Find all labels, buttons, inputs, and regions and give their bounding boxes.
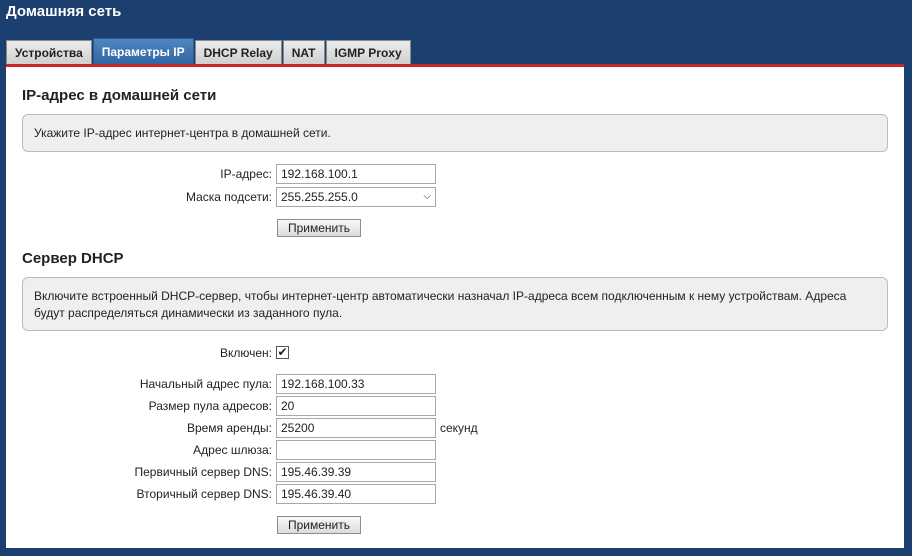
ip-section-title: IP-адрес в домашней сети (22, 87, 217, 104)
tab-nat[interactable]: NAT (282, 40, 325, 64)
pool-start-input[interactable] (276, 374, 436, 394)
ip-address-input[interactable] (276, 164, 436, 184)
subnet-mask-select[interactable]: 255.255.255.0 ⌵ (276, 187, 436, 207)
dns2-label: Вторичный сервер DNS: (136, 487, 273, 501)
lease-time-label: Время аренды: (186, 421, 272, 435)
dhcp-info-box: Включите встроенный DHCP-сервер, чтобы и… (22, 277, 888, 331)
pool-start-row: Начальный адрес пула: (6, 374, 904, 394)
ip-address-label: IP-адрес: (220, 167, 272, 181)
subnet-mask-row: Маска подсети: 255.255.255.0 ⌵ (6, 187, 904, 207)
ip-address-row: IP-адрес: (6, 164, 904, 184)
tab-bar: Устройства Параметры IP DHCP Relay NAT I… (6, 38, 412, 64)
dhcp-apply-button[interactable]: Применить (277, 516, 362, 534)
ip-info-box: Укажите IP-адрес интернет-центра в домаш… (22, 114, 888, 152)
gateway-label: Адрес шлюза: (193, 443, 272, 457)
tab-igmp-proxy[interactable]: IGMP Proxy (325, 40, 411, 64)
subnet-mask-value: 255.255.255.0 (281, 190, 358, 204)
dhcp-enabled-row: Включен: ✔ (6, 343, 904, 363)
pool-size-row: Размер пула адресов: (6, 396, 904, 416)
tab-devices[interactable]: Устройства (6, 40, 92, 64)
dhcp-enabled-checkbox[interactable]: ✔ (276, 346, 289, 359)
tab-dhcp-relay[interactable]: DHCP Relay (194, 40, 282, 64)
lease-time-unit: секунд (440, 421, 478, 435)
dns1-row: Первичный сервер DNS: (6, 462, 904, 482)
gateway-input[interactable] (276, 440, 436, 460)
lease-time-row: Время аренды: секунд (6, 418, 904, 438)
content-panel: IP-адрес в домашней сети Укажите IP-адре… (6, 64, 904, 548)
pool-start-label: Начальный адрес пула: (139, 377, 272, 391)
pool-size-label: Размер пула адресов: (148, 399, 272, 413)
dns1-label: Первичный сервер DNS: (134, 465, 272, 479)
pool-size-input[interactable] (276, 396, 436, 416)
chevron-down-icon: ⌵ (423, 191, 431, 202)
dns2-row: Вторичный сервер DNS: (6, 484, 904, 504)
ip-apply-button[interactable]: Применить (277, 219, 362, 237)
dns2-input[interactable] (276, 484, 436, 504)
subnet-mask-label: Маска подсети: (185, 190, 272, 204)
dhcp-section-title: Сервер DHCP (22, 250, 124, 267)
dns1-input[interactable] (276, 462, 436, 482)
tab-ip-settings[interactable]: Параметры IP (92, 38, 194, 64)
lease-time-input[interactable] (276, 418, 436, 438)
gateway-row: Адрес шлюза: (6, 440, 904, 460)
page-title: Домашняя сеть (6, 3, 122, 20)
dhcp-enabled-label: Включен: (219, 346, 272, 360)
